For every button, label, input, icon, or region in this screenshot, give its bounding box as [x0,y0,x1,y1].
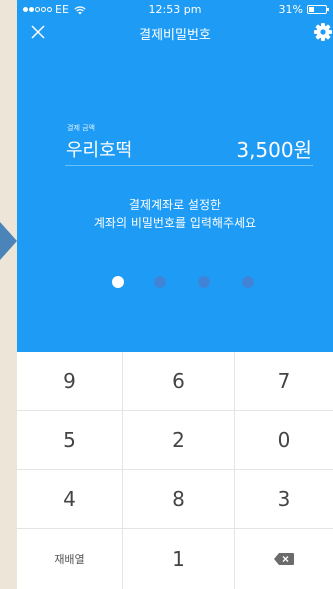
shuffle-keys-button[interactable]: 재배열 [17,529,123,589]
key-label: 8 [172,487,185,511]
key-label: 7 [277,369,291,393]
key-label: 4 [63,487,76,511]
payment-header-panel: EE 12:53 pm 31% 결제비밀번호 결제 금액 우리호떡 3,500원… [17,0,333,352]
payment-amount: 3,500원 [236,138,312,162]
key-label: 2 [172,428,185,452]
key-label: 0 [277,428,291,452]
key-label: 9 [63,369,76,393]
key-label: 6 [172,369,185,393]
pin-dot-3 [198,276,210,288]
pin-indicator [17,276,333,288]
pin-dot-1 [112,276,124,288]
key-2-0[interactable]: 4 [17,470,123,529]
key-0-1[interactable]: 6 [123,352,235,411]
page-title: 결제비밀번호 [139,28,211,43]
key-0-0[interactable]: 9 [17,352,123,411]
battery-icon [307,5,329,14]
key-1-1[interactable]: 2 [123,411,235,470]
backspace-button[interactable] [235,529,333,589]
instruction-line-1: 결제계좌로 설정한 [128,198,222,212]
store-name: 우리호떡 [66,140,133,161]
key-2-1[interactable]: 8 [123,470,235,529]
keypad: 9 6 7 5 2 0 4 8 3 재배열 1 [17,352,333,589]
pin-dot-2 [154,276,166,288]
key-1-2[interactable]: 0 [235,411,333,470]
key-label: 3 [277,487,291,511]
key-1-0[interactable]: 5 [17,411,123,470]
key-2-2[interactable]: 3 [235,470,333,529]
instruction-line-2: 계좌의 비밀번호를 입력해주세요 [93,216,257,230]
status-right: 31% [278,3,329,16]
amount-divider [65,165,313,166]
key-3-1[interactable]: 1 [123,529,235,589]
key-label: 1 [172,547,185,571]
side-arrow-indicator [0,222,17,260]
key-0-2[interactable]: 7 [235,352,333,411]
instruction-text: 결제계좌로 설정한 계좌의 비밀번호를 입력해주세요 [17,196,333,232]
phone-screen: EE 12:53 pm 31% 결제비밀번호 결제 금액 우리호떡 3,500원… [17,0,333,589]
shuffle-label: 재배열 [54,553,85,566]
nav-bar: 결제비밀번호 [17,20,333,46]
status-bar: EE 12:53 pm 31% [17,0,333,20]
backspace-icon [274,553,294,565]
key-label: 5 [63,428,76,452]
gear-icon[interactable] [313,22,333,42]
amount-label: 결제 금액 [67,124,95,132]
battery-percentage: 31% [278,3,303,16]
pin-dot-4 [242,276,254,288]
